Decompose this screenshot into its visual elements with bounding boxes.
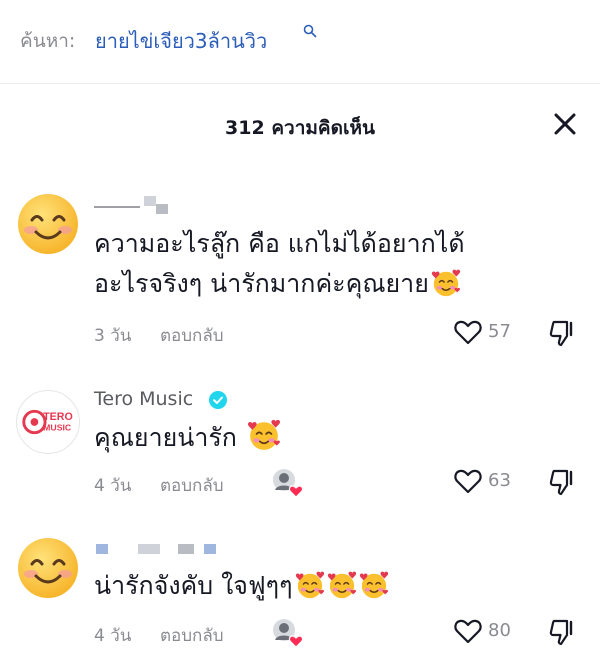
comment-text: ความอะไรลู๊ก คือ แกไม่ได้อยากได้ อะไรจริ… xyxy=(94,224,574,304)
reply-button[interactable]: ตอบกลับ xyxy=(160,322,224,349)
comment-item: ความอะไรลู๊ก คือ แกไม่ได้อยากได้ อะไรจริ… xyxy=(0,176,600,376)
search-prefix: ค้นหา: xyxy=(20,30,76,52)
thumbs-down-icon[interactable] xyxy=(548,468,576,496)
thumbs-down-icon[interactable] xyxy=(548,618,576,646)
creator-liked-icon xyxy=(273,619,304,648)
close-icon[interactable] xyxy=(548,107,582,141)
smiling-face-with-hearts-icon xyxy=(359,570,389,600)
smiling-face-with-hearts-icon xyxy=(247,418,281,452)
smiling-face-with-hearts-icon xyxy=(431,268,461,298)
like-count: 63 xyxy=(488,470,511,491)
comment-count: 312 ความคิดเห็น xyxy=(225,117,375,139)
smiling-face-with-hearts-icon xyxy=(295,570,325,600)
reply-button[interactable]: ตอบกลับ xyxy=(160,472,224,499)
like-count: 57 xyxy=(488,321,511,342)
comment-text-line: อะไรจริงๆ น่ารักมากค่ะคุณยาย xyxy=(94,264,574,304)
heart-outline-icon xyxy=(454,619,482,644)
search-icon[interactable] xyxy=(303,24,317,38)
creator-liked-icon xyxy=(273,469,304,498)
heart-outline-icon xyxy=(454,320,482,345)
thumbs-down-icon[interactable] xyxy=(548,319,576,347)
comments-header: 312 ความคิดเห็น xyxy=(0,96,600,156)
comment-item: น่ารักจังคับ ใจฟูๆๆ 4 วัน ตอบกลับ 80 xyxy=(0,516,600,668)
comment-item: TERO MUSIC Tero Music คุณยายน่ารัก 4 วัน… xyxy=(0,376,600,516)
smiling-face-with-hearts-icon xyxy=(327,570,357,600)
verified-badge-icon xyxy=(209,391,227,409)
comment-text: คุณยายน่ารัก xyxy=(94,418,574,458)
reply-button[interactable]: ตอบกลับ xyxy=(160,622,224,649)
like-count: 80 xyxy=(488,620,511,641)
comment-time: 4 วัน xyxy=(94,626,132,646)
avatar[interactable] xyxy=(16,536,80,600)
comment-time: 3 วัน xyxy=(94,326,132,346)
avatar[interactable]: TERO MUSIC xyxy=(16,390,80,454)
tero-music-logo-icon: TERO MUSIC xyxy=(22,409,73,435)
avatar[interactable] xyxy=(16,192,80,256)
comment-text: น่ารักจังคับ ใจฟูๆๆ xyxy=(94,566,574,606)
comment-text-line: ความอะไรลู๊ก คือ แกไม่ได้อยากได้ xyxy=(94,229,465,258)
username[interactable]: Tero Music xyxy=(94,388,193,410)
comment-time: 4 วัน xyxy=(94,476,132,496)
search-bar[interactable]: ค้นหา: ยายไข่เจียว3ล้านวิว xyxy=(0,0,600,84)
heart-outline-icon xyxy=(454,469,482,494)
search-query-link[interactable]: ยายไข่เจียว3ล้านวิว xyxy=(95,25,267,57)
svg-text:MUSIC: MUSIC xyxy=(43,423,72,433)
svg-text:TERO: TERO xyxy=(43,411,73,423)
